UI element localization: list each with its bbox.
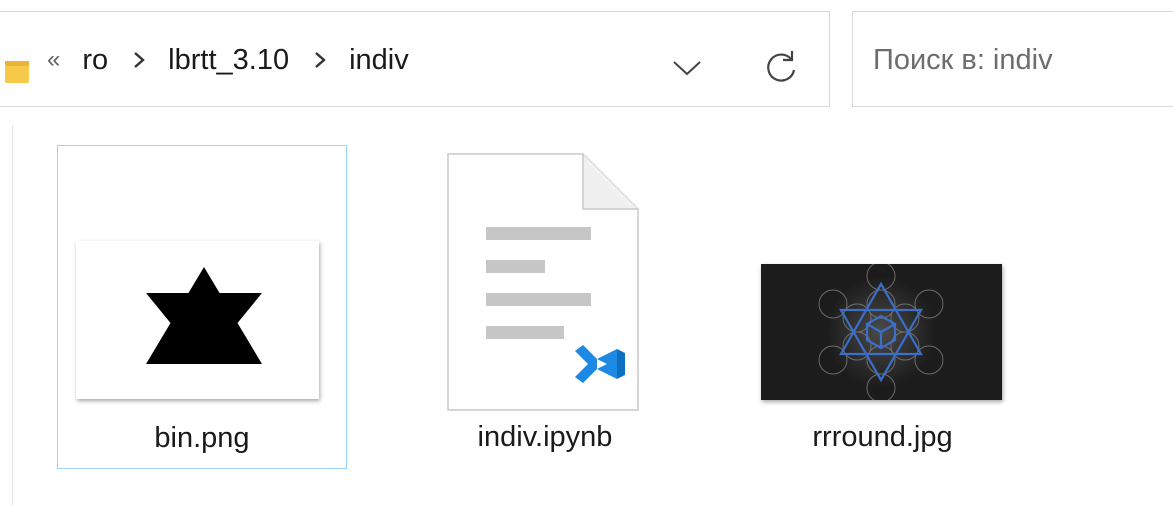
image-thumbnail [76,241,319,399]
address-history-dropdown-button[interactable] [659,40,715,96]
chevron-right-icon[interactable] [132,51,146,69]
document-icon [447,153,639,411]
address-bar[interactable]: « ro lbrtt_3.10 indiv [0,11,830,107]
search-input[interactable] [873,40,1173,80]
breadcrumb-item-lbrtt[interactable]: lbrtt_3.10 [168,44,289,77]
file-name: bin.png [154,422,250,454]
refresh-button[interactable] [751,40,811,96]
breadcrumb: « ro lbrtt_3.10 indiv [47,12,409,108]
file-name: indiv.ipynb [477,421,613,453]
breadcrumb-item-ro[interactable]: ro [82,44,108,77]
file-item-rrround-jpg[interactable]: rrround.jpg [745,145,1020,469]
file-item-indiv-ipynb[interactable]: indiv.ipynb [430,145,660,469]
file-item-bin-png[interactable]: bin.png [57,145,347,469]
chevron-right-icon[interactable] [313,51,327,69]
search-box[interactable] [852,11,1173,107]
breadcrumb-item-indiv[interactable]: indiv [349,44,409,77]
file-name: rrround.jpg [812,421,953,453]
image-thumbnail [761,264,1002,400]
chevron-down-icon [673,61,701,76]
navigation-pane-edge [0,125,13,506]
star-of-david-icon [146,267,262,364]
overflow-breadcrumb-button[interactable]: « [47,46,60,74]
folder-icon [5,61,29,83]
refresh-icon [767,51,796,82]
